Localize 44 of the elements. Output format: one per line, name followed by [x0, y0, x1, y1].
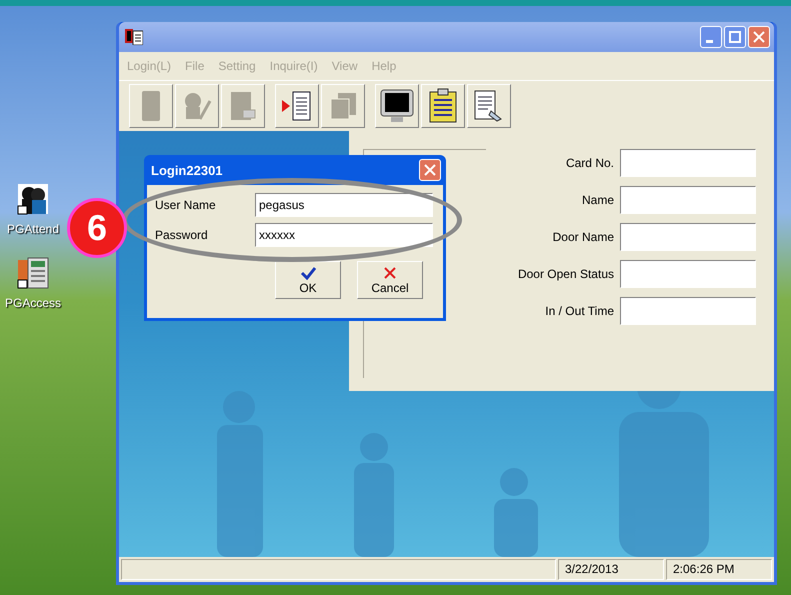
field-label: Password: [155, 228, 208, 242]
maximize-button[interactable]: [724, 26, 746, 48]
page-icon: [140, 89, 162, 123]
status-cell: 3/22/2013: [558, 559, 664, 580]
toolbar-button[interactable]: [467, 84, 511, 128]
close-button[interactable]: [748, 26, 770, 48]
text-field[interactable]: [620, 297, 756, 325]
document-icon: [229, 90, 257, 122]
text-field[interactable]: [620, 260, 756, 288]
dialog-button[interactable]: Cancel: [357, 261, 423, 299]
close-button[interactable]: [419, 159, 441, 181]
field-label: Name: [582, 193, 614, 207]
arrow-document-icon: [281, 90, 313, 122]
text-field[interactable]: [620, 223, 756, 251]
keypad-shortcut-icon[interactable]: [16, 256, 50, 290]
app-icon: [125, 29, 143, 45]
field-label: Door Open Status: [518, 267, 614, 281]
close-icon: [753, 31, 765, 43]
desktop-icon-label[interactable]: PGAttend: [6, 222, 60, 236]
toolbar-button[interactable]: [275, 84, 319, 128]
dialog-button[interactable]: OK: [275, 261, 341, 299]
minimize-icon: [706, 40, 712, 42]
field-label: User Name: [155, 198, 216, 212]
people-shortcut-icon[interactable]: [16, 182, 50, 216]
person-edit-icon: [182, 91, 212, 121]
text-field[interactable]: [620, 186, 756, 214]
clipboard-list-icon: [427, 88, 459, 124]
checkmark-icon: [300, 266, 316, 280]
dialog-title: Login22301: [151, 162, 223, 178]
x-mark-icon: [383, 266, 397, 280]
field-label: Card No.: [566, 156, 614, 170]
close-icon: [424, 164, 436, 176]
text-field[interactable]: [620, 149, 756, 177]
field-label: In / Out Time: [545, 304, 614, 318]
field-label: Door Name: [552, 230, 614, 244]
minimize-button[interactable]: [700, 26, 722, 48]
status-cell: 2:06:26 PM: [666, 559, 772, 580]
maximize-icon: [729, 31, 741, 43]
input-field[interactable]: pegasus: [255, 193, 433, 217]
desktop-icon-label[interactable]: PGAccess: [4, 296, 61, 310]
input-field[interactable]: xxxxxx: [255, 223, 433, 247]
toolbar-button[interactable]: [421, 84, 465, 128]
monitor-icon: [379, 88, 415, 124]
toolbar-button[interactable]: [375, 84, 419, 128]
